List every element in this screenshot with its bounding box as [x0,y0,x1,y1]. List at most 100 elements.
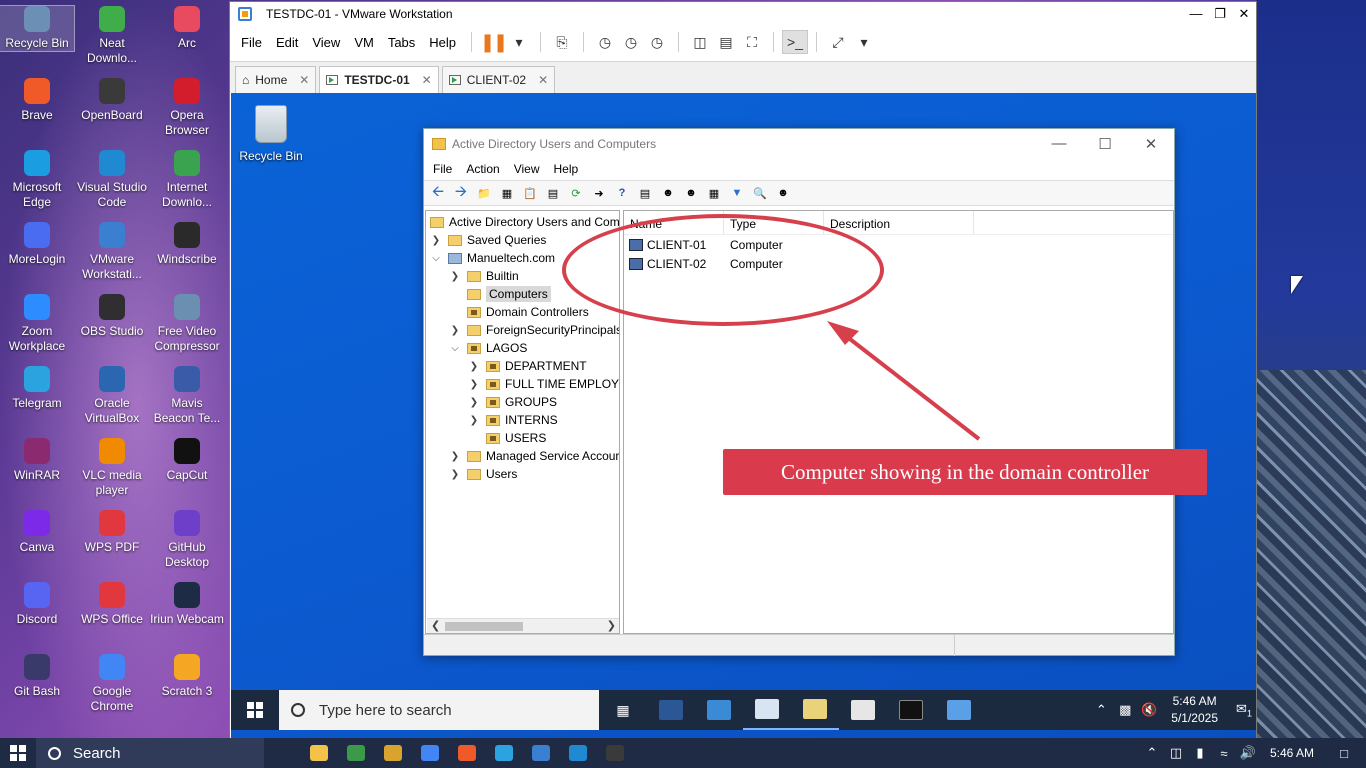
desktop-icon[interactable]: Telegram [0,366,74,411]
find-icon[interactable]: 🔍 [750,184,770,202]
guest-recycle-bin[interactable]: Recycle Bin [239,105,303,163]
expand-chevron-icon[interactable]: ❯ [468,415,480,426]
expand-chevron-icon[interactable]: ❯ [449,469,461,480]
tree-item[interactable]: Domain Controllers [449,303,589,321]
minimize-button[interactable]: — [1184,2,1208,25]
new-group-icon[interactable]: ☻ [681,184,701,202]
tab-testdc-01[interactable]: TESTDC-01 ✕ [319,66,439,93]
notepad-icon[interactable] [839,690,887,730]
export-list-icon[interactable]: ▤ [543,184,563,202]
host-start-button[interactable] [0,738,36,768]
tab-client-02[interactable]: CLIENT-02 ✕ [441,66,556,93]
desktop-icon[interactable]: Visual Studio Code [75,150,149,210]
desktop-icon[interactable]: WinRAR [0,438,74,483]
desktop-icon[interactable]: OBS Studio [75,294,149,339]
tree-item[interactable]: ❯ DEPARTMENT [468,357,587,375]
desktop-icon[interactable]: Windscribe [150,222,224,267]
desktop-icon[interactable]: MoreLogin [0,222,74,267]
server-manager-icon[interactable] [743,690,791,730]
expand-chevron-icon[interactable]: ❯ [468,361,480,372]
export-icon[interactable]: ➜ [589,184,609,202]
vscode-icon[interactable] [559,738,596,768]
terminal-icon[interactable] [596,738,633,768]
desktop-icon[interactable]: Google Chrome [75,654,149,714]
aduc-minimize-button[interactable]: — [1036,129,1082,158]
chrome-icon[interactable] [411,738,448,768]
desktop-icon[interactable]: Recycle Bin [0,5,75,52]
show-hide-tree-icon[interactable]: ▦ [497,184,517,202]
desktop-icon[interactable]: Neat Downlo... [75,6,149,66]
aduc-maximize-button[interactable]: ☐ [1082,129,1128,158]
desktop-icon[interactable]: VMware Workstati... [75,222,149,282]
send-ctrl-alt-del-icon[interactable]: ⎘ [549,30,575,54]
desktop-icon[interactable]: CapCut [150,438,224,483]
tree-item[interactable]: ❯ Saved Queries [430,231,547,249]
stretch-guest-icon[interactable]: ⤢ [825,30,851,54]
aduc-taskbar-icon[interactable] [791,690,839,730]
guest-search-box[interactable]: Type here to search [279,690,599,730]
brave-icon[interactable] [448,738,485,768]
desktop-icon[interactable]: OpenBoard [75,78,149,123]
host-search-box[interactable]: Search [36,738,264,768]
show-hidden-icons-icon[interactable]: ⌃ [1089,702,1113,718]
aduc-menu-action[interactable]: Action [459,162,506,176]
expand-chevron-icon[interactable]: ❯ [449,451,461,462]
desktop-icon[interactable]: VLC media player [75,438,149,498]
desktop-icon[interactable]: WPS PDF [75,510,149,555]
app-green-icon[interactable] [337,738,374,768]
aduc-close-button[interactable]: ✕ [1128,129,1174,158]
expand-chevron-icon[interactable]: ❯ [449,271,461,282]
menu-view[interactable]: View [305,35,347,50]
network-icon[interactable]: ▩ [1113,702,1137,718]
desktop-icon[interactable]: GitHub Desktop [150,510,224,570]
maximize-button[interactable]: ❐ [1208,2,1232,25]
telegram-icon[interactable] [485,738,522,768]
menu-file[interactable]: File [234,35,269,50]
file-explorer-icon[interactable] [300,738,337,768]
desktop-icon[interactable]: Opera Browser [150,78,224,138]
expand-chevron-icon[interactable]: ❯ [468,379,480,390]
tree-item[interactable]: ❯ GROUPS [468,393,557,411]
fullscreen-icon[interactable]: ⛶ [739,30,765,54]
cmd-icon[interactable] [887,690,935,730]
tree-item[interactable]: USERS [468,429,546,447]
new-user-icon[interactable]: ☻ [658,184,678,202]
desktop-icon[interactable]: Internet Downlo... [150,150,224,210]
desktop-icon[interactable]: WPS Office [75,582,149,627]
guest-screen[interactable]: Recycle Bin Active Directory Users and C… [231,93,1256,739]
scroll-right-icon[interactable]: ❯ [607,619,616,632]
expand-chevron-icon[interactable]: ❯ [449,325,461,336]
tab-home[interactable]: ⌂ Home ✕ [235,66,317,93]
tree-item[interactable]: ❯ ForeignSecurityPrincipals [449,321,619,339]
up-folder-icon[interactable]: 📁 [474,184,494,202]
console-view-icon[interactable]: >_ [782,30,809,54]
help-icon[interactable]: ? [612,184,632,202]
snapshot-manager-icon[interactable]: ◷ [644,30,670,54]
thumbnail-view-icon[interactable]: ▤ [713,30,739,54]
tree-item[interactable]: ❯ Users [449,465,518,483]
guest-start-button[interactable] [231,690,279,730]
scroll-left-icon[interactable]: ❮ [431,619,440,632]
desktop-icon[interactable]: Canva [0,510,74,555]
app-diamond-icon[interactable] [374,738,411,768]
back-arrow-icon[interactable]: 🡨 [428,183,448,202]
menu-tabs[interactable]: Tabs [381,35,422,50]
filter-icon[interactable]: ▼ [727,184,747,202]
tab-close-icon[interactable]: ✕ [422,73,432,87]
refresh-icon[interactable]: ⟳ [566,184,586,202]
menu-vm[interactable]: VM [347,35,381,50]
pause-icon[interactable]: ❚❚ [480,30,508,54]
desktop-icon[interactable]: Discord [0,582,74,627]
desktop-icon[interactable]: Arc [150,6,224,51]
powershell-ise-icon[interactable] [695,690,743,730]
tree-item[interactable]: ⌵ LAGOS [449,339,527,357]
task-view-icon[interactable]: ▦ [599,690,647,730]
tree-horizontal-scrollbar[interactable]: ❮ ❯ [427,618,619,633]
column-description[interactable]: Description [824,211,974,234]
add-to-group-icon[interactable]: ☻ [773,184,793,202]
revert-snapshot-icon[interactable]: ◷ [618,30,644,54]
desktop-icon[interactable]: Iriun Webcam [150,582,224,627]
notification-icon[interactable]: ✉1 [1232,701,1256,719]
desktop-icon[interactable]: Mavis Beacon Te... [150,366,224,426]
menu-help[interactable]: Help [422,35,463,50]
